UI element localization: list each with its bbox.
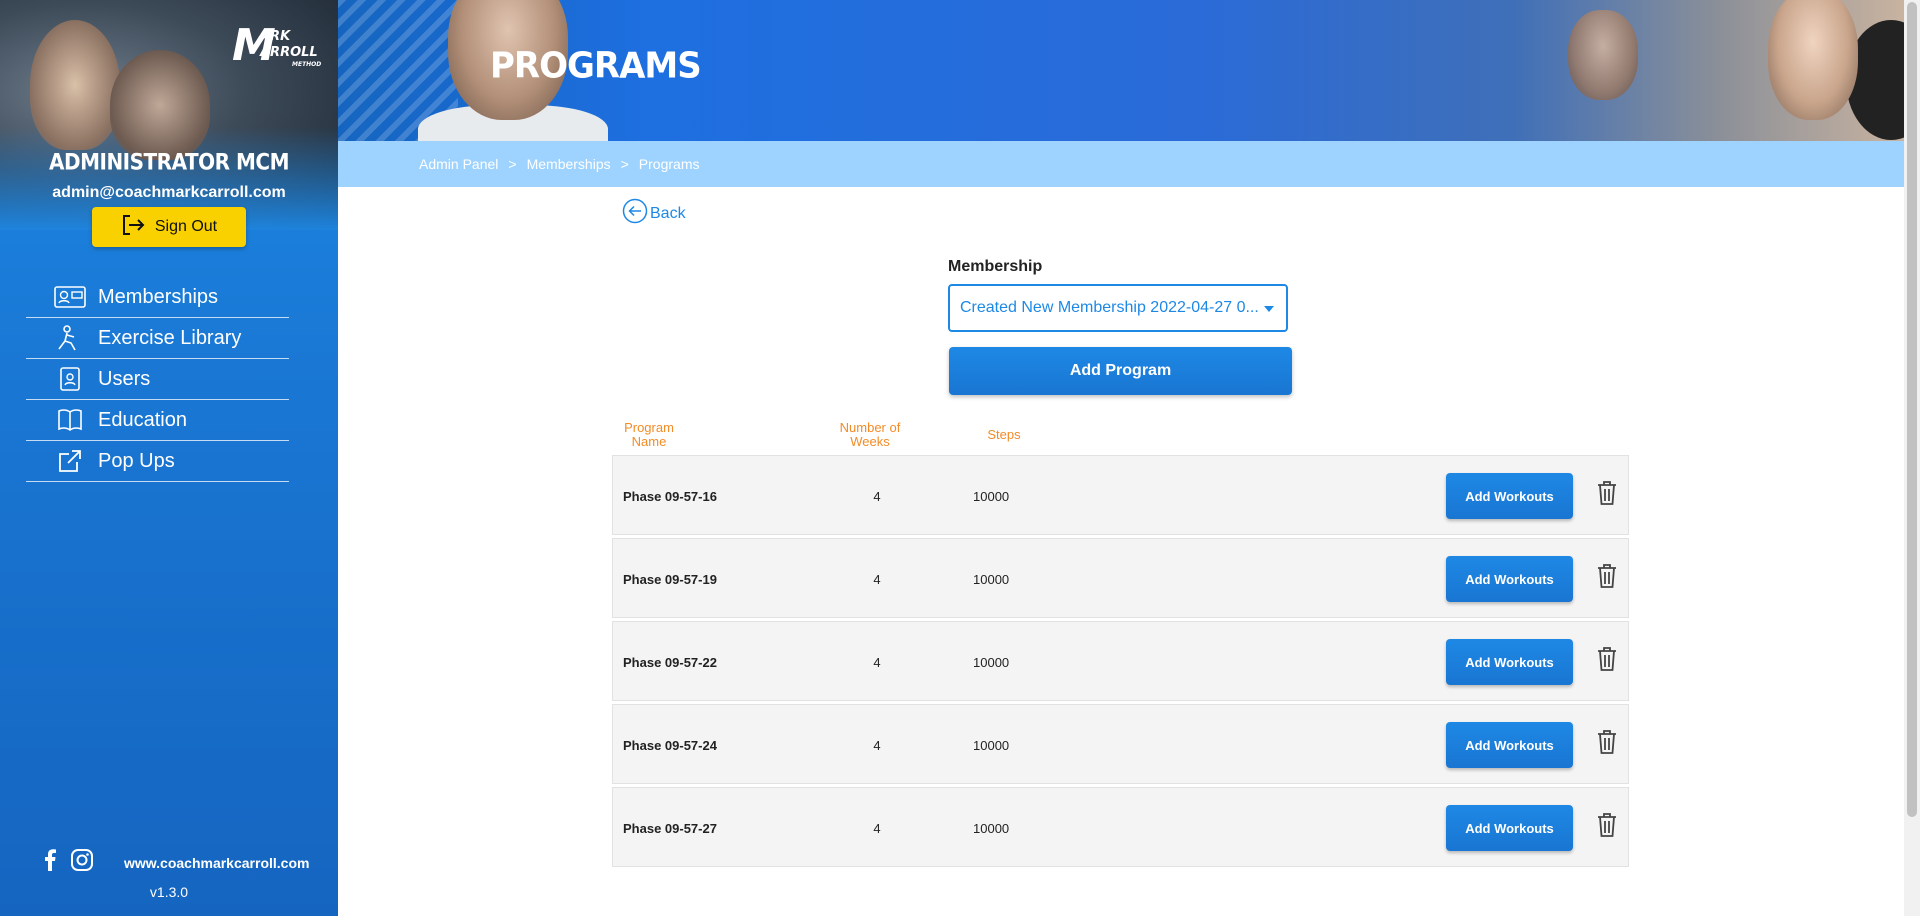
membership-card-icon bbox=[52, 283, 88, 311]
sidebar: M ARK ARROLL METHOD ADMINISTRATOR MCM ad… bbox=[0, 0, 338, 916]
sidebar-item-memberships[interactable]: Memberships bbox=[26, 277, 289, 318]
page-header-banner: PROGRAMS bbox=[338, 0, 1904, 141]
trash-icon[interactable] bbox=[1596, 729, 1618, 755]
social-links: www.coachmarkcarroll.com bbox=[44, 848, 309, 877]
scrollbar-thumb[interactable] bbox=[1907, 2, 1917, 817]
breadcrumb-programs: Programs bbox=[638, 156, 700, 172]
program-steps: 10000 bbox=[973, 571, 1010, 587]
sidebar-item-pop-ups[interactable]: Pop Ups bbox=[26, 441, 289, 482]
program-name: Phase 09-57-22 bbox=[623, 654, 717, 670]
sign-out-icon bbox=[121, 214, 145, 241]
program-name: Phase 09-57-24 bbox=[623, 737, 717, 753]
instagram-icon[interactable] bbox=[70, 848, 94, 877]
breadcrumb-memberships[interactable]: Memberships bbox=[527, 156, 611, 172]
table-row: Phase 09-57-27 4 10000 Add Workouts bbox=[612, 787, 1629, 867]
program-weeks: 4 bbox=[873, 488, 881, 504]
breadcrumb-separator: > bbox=[508, 156, 517, 172]
program-steps: 10000 bbox=[973, 654, 1010, 670]
sign-out-label: Sign Out bbox=[154, 218, 218, 235]
sign-out-button[interactable]: Sign Out bbox=[92, 207, 246, 247]
brand-logo: M ARK ARROLL METHOD bbox=[232, 20, 322, 71]
book-icon bbox=[52, 406, 88, 434]
breadcrumb: Admin Panel > Memberships > Programs bbox=[338, 141, 1904, 187]
sidebar-item-label: Education bbox=[98, 408, 187, 431]
exercise-person-icon bbox=[52, 324, 88, 352]
program-weeks: 4 bbox=[873, 737, 881, 753]
external-link-icon bbox=[52, 447, 88, 475]
add-program-button[interactable]: Add Program bbox=[949, 347, 1292, 395]
sidebar-item-label: Memberships bbox=[98, 285, 219, 308]
sidebar-item-education[interactable]: Education bbox=[26, 400, 289, 441]
trash-icon[interactable] bbox=[1596, 480, 1618, 506]
programs-table: Phase 09-57-16 4 10000 Add Workouts Phas… bbox=[612, 455, 1629, 870]
table-row: Phase 09-57-24 4 10000 Add Workouts bbox=[612, 704, 1629, 784]
add-workouts-button[interactable]: Add Workouts bbox=[1446, 805, 1573, 851]
back-arrow-icon bbox=[622, 198, 648, 229]
add-workouts-button[interactable]: Add Workouts bbox=[1446, 473, 1573, 519]
program-weeks: 4 bbox=[873, 571, 881, 587]
column-header-steps: Steps bbox=[987, 427, 1021, 442]
sidebar-item-label: Users bbox=[98, 367, 151, 390]
sidebar-item-exercise-library[interactable]: Exercise Library bbox=[26, 318, 289, 359]
program-steps: 10000 bbox=[973, 737, 1010, 753]
admin-name: ADMINISTRATOR MCM bbox=[49, 148, 289, 176]
app-version: v1.3.0 bbox=[149, 884, 189, 900]
sidebar-item-label: Exercise Library bbox=[98, 326, 242, 349]
membership-select-value: Created New Membership 2022-04-27 0... bbox=[960, 299, 1259, 316]
add-workouts-button[interactable]: Add Workouts bbox=[1446, 722, 1573, 768]
table-row: Phase 09-57-16 4 10000 Add Workouts bbox=[612, 455, 1629, 535]
program-name: Phase 09-57-19 bbox=[623, 571, 717, 587]
website-link[interactable]: www.coachmarkcarroll.com bbox=[124, 855, 309, 871]
program-weeks: 4 bbox=[873, 654, 881, 670]
sidebar-item-users[interactable]: Users bbox=[26, 359, 289, 400]
chevron-down-icon bbox=[1264, 306, 1274, 312]
membership-label: Membership bbox=[948, 258, 1043, 275]
column-header-program-name: Program Name bbox=[624, 420, 674, 449]
program-name: Phase 09-57-16 bbox=[623, 488, 717, 504]
header-photo-athlete bbox=[1768, 0, 1858, 120]
trash-icon[interactable] bbox=[1596, 812, 1618, 838]
sidebar-nav: Memberships Exercise Library Users Educa… bbox=[26, 277, 289, 482]
breadcrumb-admin-panel[interactable]: Admin Panel bbox=[419, 156, 498, 172]
header-photo-coach-2 bbox=[1568, 10, 1638, 100]
user-badge-icon bbox=[52, 365, 88, 393]
program-weeks: 4 bbox=[873, 820, 881, 836]
column-header-number-of-weeks: Number of Weeks bbox=[839, 420, 901, 449]
trash-icon[interactable] bbox=[1596, 646, 1618, 672]
program-steps: 10000 bbox=[973, 488, 1010, 504]
add-workouts-button[interactable]: Add Workouts bbox=[1446, 639, 1573, 685]
table-row: Phase 09-57-19 4 10000 Add Workouts bbox=[612, 538, 1629, 618]
trash-icon[interactable] bbox=[1596, 563, 1618, 589]
page-scrollbar[interactable] bbox=[1904, 0, 1920, 916]
back-button[interactable]: Back bbox=[622, 198, 686, 229]
admin-email: admin@coachmarkcarroll.com bbox=[52, 184, 286, 201]
program-steps: 10000 bbox=[973, 820, 1010, 836]
back-label: Back bbox=[650, 204, 686, 222]
facebook-icon[interactable] bbox=[44, 849, 56, 876]
page-title: PROGRAMS bbox=[490, 45, 702, 87]
table-row: Phase 09-57-22 4 10000 Add Workouts bbox=[612, 621, 1629, 701]
breadcrumb-separator: > bbox=[620, 156, 629, 172]
sidebar-item-label: Pop Ups bbox=[98, 449, 175, 472]
membership-select[interactable]: Created New Membership 2022-04-27 0... bbox=[948, 284, 1288, 332]
program-name: Phase 09-57-27 bbox=[623, 820, 717, 836]
add-workouts-button[interactable]: Add Workouts bbox=[1446, 556, 1573, 602]
